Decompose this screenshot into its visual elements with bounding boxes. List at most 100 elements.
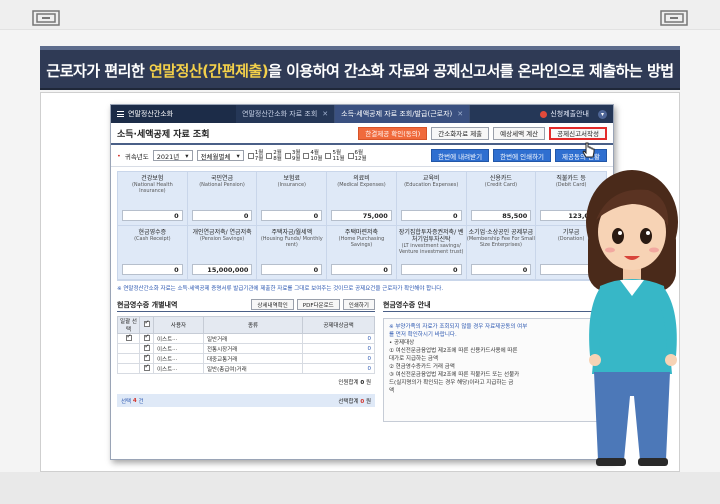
month-checkbox[interactable]: 3월 9월 bbox=[284, 150, 300, 162]
cash-receipt-panel: 현금영수증 개별내역 상세내역확인 PDF다운로드 인쇄하기 일괄 선택 사용자… bbox=[117, 298, 375, 422]
amount-link[interactable]: 0 bbox=[302, 363, 375, 374]
chevron-down-icon[interactable]: ▾ bbox=[598, 109, 607, 119]
required-mark: • bbox=[117, 151, 121, 160]
month-checkbox[interactable]: 5월 11월 bbox=[325, 150, 345, 162]
deduction-cell[interactable]: 신용카드 (Credit Card) 85,500 bbox=[466, 172, 537, 226]
print-button[interactable]: 인쇄하기 bbox=[342, 299, 375, 310]
deduction-value: 0 bbox=[331, 264, 392, 275]
banner-title: 근로자가 편리한 연말정산(간편제출)을 이용하여 간소화 자료와 공제신고서를… bbox=[46, 62, 674, 80]
deduction-cell[interactable]: 국민연금 (National Pension) 0 bbox=[187, 172, 258, 226]
hometax-window: 연말정산간소화 연말정산간소화 자료 조회 ✕ 소득·세액공제 자료 조회/발급… bbox=[110, 104, 614, 460]
hamburger-icon[interactable] bbox=[117, 111, 124, 117]
selection-summary: 선택 4 건 선택합계 0 원 bbox=[117, 394, 375, 407]
row-checkbox[interactable] bbox=[143, 363, 150, 371]
filter-bar: • 귀속년도 2021년 ▾ 전체월별체 ▾ 1월 7월 2월 8월 3월 9월 4월 10… bbox=[111, 145, 613, 167]
tab-deduction-view[interactable]: 소득·세액공제 자료 조회/발급(근로자) ✕ bbox=[335, 105, 471, 123]
deduction-grid: 건강보험 (National Health Insurance) 0 국민연금 (Na… bbox=[117, 171, 607, 281]
table-row[interactable]: 이스트··· 전통시장거래 0 bbox=[117, 343, 375, 354]
year-label: 귀속년도 bbox=[124, 152, 149, 161]
table-row[interactable]: 이스트··· 대중교통거래 0 bbox=[117, 353, 375, 364]
cash-table: 일괄 선택 사용자 종류 공제대상금액 이스트··· 일반거래 0 이스트·· bbox=[117, 316, 375, 374]
consent-check-button[interactable]: 한결제공 확인(동의) bbox=[358, 126, 428, 140]
month-checkbox[interactable]: 6월 12월 bbox=[347, 150, 367, 162]
month-checkboxes: 1월 7월 2월 8월 3월 9월 4월 10월 5월 11월 6월 12월 bbox=[247, 150, 367, 162]
deduction-cell[interactable]: 주택자금/월세액 (Housing Funds/ Monthly rent) 0 bbox=[257, 226, 328, 280]
amount-link[interactable]: 0 bbox=[302, 353, 375, 364]
checkbox[interactable] bbox=[284, 152, 291, 159]
checkbox[interactable] bbox=[347, 152, 354, 159]
checkbox[interactable] bbox=[325, 152, 332, 159]
deduction-value: 0 bbox=[191, 210, 253, 221]
user-header: 사용자 bbox=[153, 316, 204, 334]
deduction-value: 0 bbox=[261, 264, 323, 275]
close-icon[interactable]: ✕ bbox=[457, 110, 463, 118]
row-checkbox[interactable] bbox=[143, 333, 150, 341]
page-title: 소득·세액공제 자료 조회 bbox=[117, 129, 210, 140]
row-checkbox[interactable] bbox=[143, 343, 150, 351]
close-icon[interactable]: ✕ bbox=[322, 110, 328, 118]
table-row[interactable]: 이스트··· 일반(총급여)거래 0 bbox=[117, 363, 375, 374]
deduction-form-button[interactable]: 공제신고서작성 bbox=[549, 126, 607, 140]
floor bbox=[0, 472, 720, 504]
deduction-value: 0 bbox=[400, 264, 462, 275]
deduction-cell[interactable]: 교육비 (Education Expenses) 0 bbox=[396, 172, 467, 226]
tab-menu-main[interactable]: 연말정산간소화 bbox=[111, 105, 236, 123]
deduction-value: 15,000,000 bbox=[191, 264, 253, 275]
total-line: 인원합계 0 원 bbox=[338, 380, 371, 386]
deduction-value: 0 bbox=[122, 210, 183, 221]
year-select[interactable]: 2021년 ▾ bbox=[152, 150, 193, 161]
page-header: 소득·세액공제 자료 조회 한결제공 확인(동의) 간소화자료 제출 예상세액 … bbox=[111, 123, 613, 145]
table-row[interactable]: 이스트··· 일반거래 0 bbox=[117, 333, 375, 344]
amount-link[interactable]: 0 bbox=[302, 333, 375, 344]
type-header: 종류 bbox=[203, 316, 303, 334]
tab-bar: 연말정산간소화 연말정산간소화 자료 조회 ✕ 소득·세액공제 자료 조회/발급… bbox=[111, 105, 613, 123]
deduction-cell[interactable]: 건강보험 (National Health Insurance) 0 bbox=[118, 172, 188, 226]
user-icon bbox=[540, 110, 548, 118]
user-area[interactable]: 신청제출안내 ▾ bbox=[540, 109, 613, 119]
tab-simple-data-view[interactable]: 연말정산간소화 자료 조회 ✕ bbox=[236, 105, 336, 123]
amount-link[interactable]: 0 bbox=[302, 343, 375, 354]
deduction-cell[interactable]: 주택마련저축 (Home Purchasing Savings) 0 bbox=[327, 226, 397, 280]
month-checkbox[interactable]: 1월 7월 bbox=[247, 150, 263, 162]
deduction-value: 0 bbox=[400, 210, 462, 221]
deduction-value: 75,000 bbox=[331, 210, 392, 221]
simple-submit-button[interactable]: 간소화자료 제출 bbox=[431, 126, 490, 140]
pdf-download-button[interactable]: PDF다운로드 bbox=[296, 299, 340, 310]
deduction-cell[interactable]: 소기업·소상공인 공제부금 (Membership Fee For Small S… bbox=[466, 226, 537, 280]
top-stripe bbox=[0, 0, 720, 30]
row-checkbox[interactable] bbox=[125, 333, 132, 341]
select-header: 일괄 선택 bbox=[117, 316, 140, 334]
title-banner: 근로자가 편리한 연말정산(간편제출)을 이용하여 간소화 자료와 공제신고서를… bbox=[40, 46, 680, 90]
deduction-cell[interactable]: 현금영수증 (Cash Receipt) 0 bbox=[118, 226, 188, 280]
tax-calc-button[interactable]: 예상세액 계산 bbox=[493, 126, 546, 140]
deduction-cell[interactable]: 개인연금저축/ 연금저축 (Pension Savings) 15,000,000 bbox=[187, 226, 258, 280]
chevron-down-icon: ▾ bbox=[185, 151, 189, 160]
checkbox[interactable] bbox=[247, 152, 254, 159]
period-select[interactable]: 전체월별체 ▾ bbox=[196, 150, 244, 161]
detail-view-button[interactable]: 상세내역확인 bbox=[251, 299, 294, 310]
notice-text: ※ 연말정산간소화 자료는 소득·세액공제 증명서류 발급기관에 제출한 자료를… bbox=[117, 286, 444, 292]
chevron-down-icon: ▾ bbox=[236, 151, 240, 160]
cash-section-title: 현금영수증 개별내역 bbox=[117, 300, 178, 309]
deduction-cell[interactable]: 보험료 (Insurance) 0 bbox=[257, 172, 328, 226]
deduction-cell[interactable]: 의료비 (Medical Expenses) 75,000 bbox=[327, 172, 397, 226]
download-all-button[interactable]: 한번에 내려받기 bbox=[431, 149, 490, 162]
guide-character bbox=[586, 170, 678, 466]
checkbox[interactable] bbox=[266, 152, 273, 159]
row-checkbox[interactable] bbox=[143, 353, 150, 361]
month-checkbox[interactable]: 2월 8월 bbox=[266, 150, 282, 162]
guide-section-title: 현금영수증 안내 bbox=[383, 300, 431, 309]
month-checkbox[interactable]: 4월 10월 bbox=[303, 150, 322, 162]
deduction-value: 0 bbox=[261, 210, 323, 221]
select-all-checkbox[interactable] bbox=[139, 316, 154, 334]
deduction-cell[interactable]: 장기집합투자증권저축/ 벤처기업투자신탁 (LT investment savin… bbox=[396, 226, 467, 280]
amount-header: 공제대상금액 bbox=[302, 316, 375, 334]
pointer-cursor-icon bbox=[582, 142, 595, 158]
deduction-value: 85,500 bbox=[470, 210, 532, 221]
ornament-left-icon bbox=[32, 10, 60, 26]
ornament-right-icon bbox=[660, 10, 688, 26]
deduction-value: 0 bbox=[470, 264, 532, 275]
print-all-button[interactable]: 한번에 인쇄하기 bbox=[493, 149, 552, 162]
checkbox[interactable] bbox=[303, 152, 310, 159]
deduction-value: 0 bbox=[122, 264, 183, 275]
